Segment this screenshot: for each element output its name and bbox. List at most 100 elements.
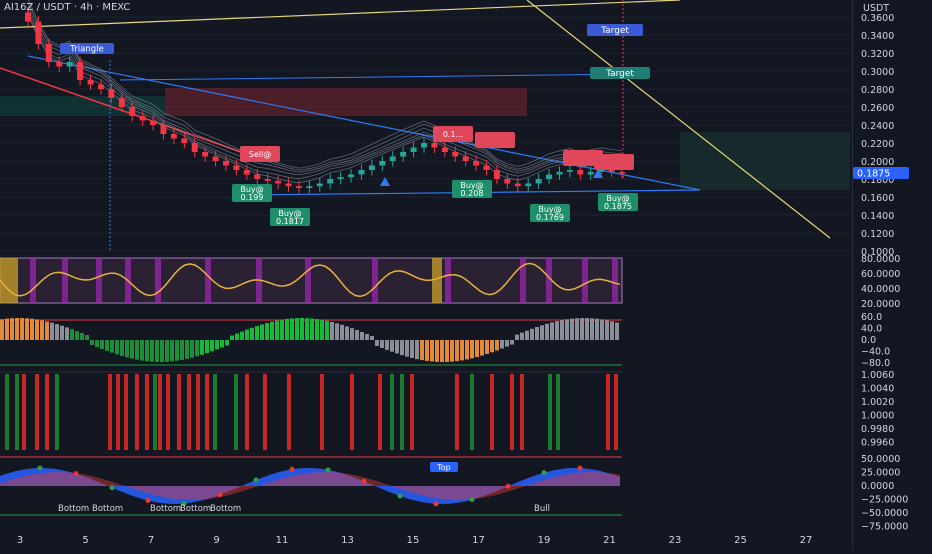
macd-histogram-bar bbox=[350, 328, 354, 340]
candle-body bbox=[108, 89, 115, 98]
candle-body bbox=[285, 183, 292, 187]
macd-histogram-bar bbox=[335, 323, 339, 340]
time-tick-label: 11 bbox=[276, 535, 289, 546]
ratio-bar-red bbox=[614, 374, 618, 450]
candle-body bbox=[118, 98, 125, 107]
ratio-bar-green bbox=[400, 374, 404, 450]
candle-body bbox=[170, 134, 177, 139]
candle-body bbox=[337, 177, 344, 179]
ratio-bar-red bbox=[410, 374, 414, 450]
macd-histogram-bar bbox=[615, 322, 619, 340]
rsi-tick-label: 40.0000 bbox=[861, 284, 900, 295]
macd-histogram-bar bbox=[120, 340, 124, 356]
macd-histogram-bar bbox=[210, 340, 214, 352]
wave-cross-dot bbox=[469, 497, 475, 503]
macd-histogram-bar bbox=[450, 340, 454, 362]
ratio-bar-red bbox=[205, 374, 209, 450]
price-tick-label: 0.1200 bbox=[861, 229, 894, 240]
macd-histogram-bar bbox=[515, 334, 519, 340]
macd-histogram-bar bbox=[505, 340, 509, 347]
macd-histogram-bar bbox=[455, 340, 459, 362]
macd-histogram-bar bbox=[565, 319, 569, 340]
time-tick-label: 25 bbox=[734, 535, 747, 546]
macd-histogram-bar bbox=[595, 318, 599, 340]
candle-body bbox=[535, 179, 542, 184]
ratio-bar-red bbox=[263, 374, 267, 450]
macd-histogram-bar bbox=[520, 332, 524, 340]
price-tick-label: 0.2000 bbox=[861, 157, 894, 168]
macd-histogram-bar bbox=[275, 320, 279, 340]
wave-cross-dot bbox=[505, 483, 511, 489]
macd-histogram-bar bbox=[285, 318, 289, 340]
ratio-bar-green bbox=[15, 374, 19, 450]
candle-body bbox=[45, 44, 52, 62]
price-tick-label: 0.2600 bbox=[861, 103, 894, 114]
macd-histogram-bar bbox=[265, 323, 269, 340]
macd-histogram-bar bbox=[190, 340, 194, 358]
macd-histogram-bar bbox=[215, 340, 219, 350]
bottom-label: Bottom bbox=[180, 504, 211, 514]
candle-body bbox=[619, 171, 625, 174]
candle-body bbox=[306, 186, 313, 188]
buy-label-price: 0.199 bbox=[241, 193, 264, 202]
price-axis-panel[interactable]: 0.3600 0.3400 0.3200 0.3000 0.2800 0.2600 0.24… bbox=[852, 0, 932, 550]
macd-histogram-bar bbox=[60, 325, 64, 340]
macd-histogram-bar bbox=[270, 321, 274, 340]
ratio-tick-label: 1.0040 bbox=[861, 384, 894, 395]
candle-body bbox=[473, 161, 480, 166]
price-tick-label: 0.3400 bbox=[861, 31, 894, 42]
ratio-tick-label: 1.0020 bbox=[861, 397, 894, 408]
sell-label-text: Sell@ bbox=[249, 150, 271, 159]
macd-histogram-bar bbox=[150, 340, 154, 362]
wave-tick-label: 50.0000 bbox=[861, 454, 900, 465]
candle-body bbox=[233, 165, 240, 170]
macd-histogram-bar bbox=[580, 318, 584, 340]
candle-body bbox=[348, 174, 355, 178]
wave-cross-dot bbox=[289, 466, 295, 472]
candle-body bbox=[421, 143, 427, 148]
macd-histogram-bar bbox=[590, 318, 594, 340]
time-tick-label: 3 bbox=[17, 535, 23, 546]
rsi-tick-label: 80.0000 bbox=[861, 254, 900, 265]
candle-body bbox=[56, 62, 63, 67]
candle-body bbox=[546, 174, 553, 179]
ratio-bar-green bbox=[234, 374, 238, 450]
wave-cross-dot bbox=[325, 467, 331, 473]
price-tick-label: 0.2200 bbox=[861, 139, 894, 150]
candle-body bbox=[431, 143, 438, 148]
time-tick-label: 23 bbox=[669, 535, 682, 546]
chart-canvas[interactable]: 3 5 7 9 11 13 15 17 19 21 23 25 27 Target Target Triang… bbox=[0, 0, 852, 550]
macd-histogram-bar bbox=[145, 340, 149, 362]
ratio-bar-green bbox=[548, 374, 552, 450]
price-tick-label: 0.2800 bbox=[861, 85, 894, 96]
macd-histogram-bar bbox=[65, 327, 69, 340]
macd-histogram-bar bbox=[460, 340, 464, 361]
candle-body bbox=[452, 152, 459, 157]
candle-body bbox=[97, 84, 104, 89]
macd-histogram-bar bbox=[35, 319, 39, 340]
candle-body bbox=[202, 152, 209, 157]
macd-histogram-bar bbox=[610, 321, 614, 340]
ratio-tick-label: 1.0060 bbox=[861, 370, 894, 381]
candle-body bbox=[191, 143, 198, 152]
macd-histogram-bar bbox=[370, 335, 374, 340]
candle-body bbox=[77, 62, 84, 80]
candle-body bbox=[389, 156, 396, 161]
macd-histogram-bar bbox=[180, 340, 184, 360]
ratio-bar-red bbox=[378, 374, 382, 450]
macd-histogram-bar bbox=[600, 319, 604, 340]
oscillator-highlight-bar bbox=[30, 258, 36, 303]
macd-histogram-bar bbox=[175, 340, 179, 361]
macd-histogram-bar bbox=[105, 340, 109, 351]
macd-histogram-bar bbox=[10, 318, 14, 340]
macd-histogram-bar bbox=[20, 318, 24, 340]
macd-histogram-bar bbox=[0, 319, 4, 340]
wave-cross-dot bbox=[73, 471, 79, 477]
sell-label-box bbox=[594, 154, 634, 170]
macd-histogram-bar bbox=[380, 340, 384, 348]
yellow-trend-line-2 bbox=[526, 0, 831, 239]
oscillator-highlight-bar bbox=[305, 258, 311, 303]
macd-histogram-bar bbox=[240, 331, 244, 340]
macd-histogram-bar bbox=[230, 335, 234, 340]
candle-body bbox=[525, 183, 532, 187]
